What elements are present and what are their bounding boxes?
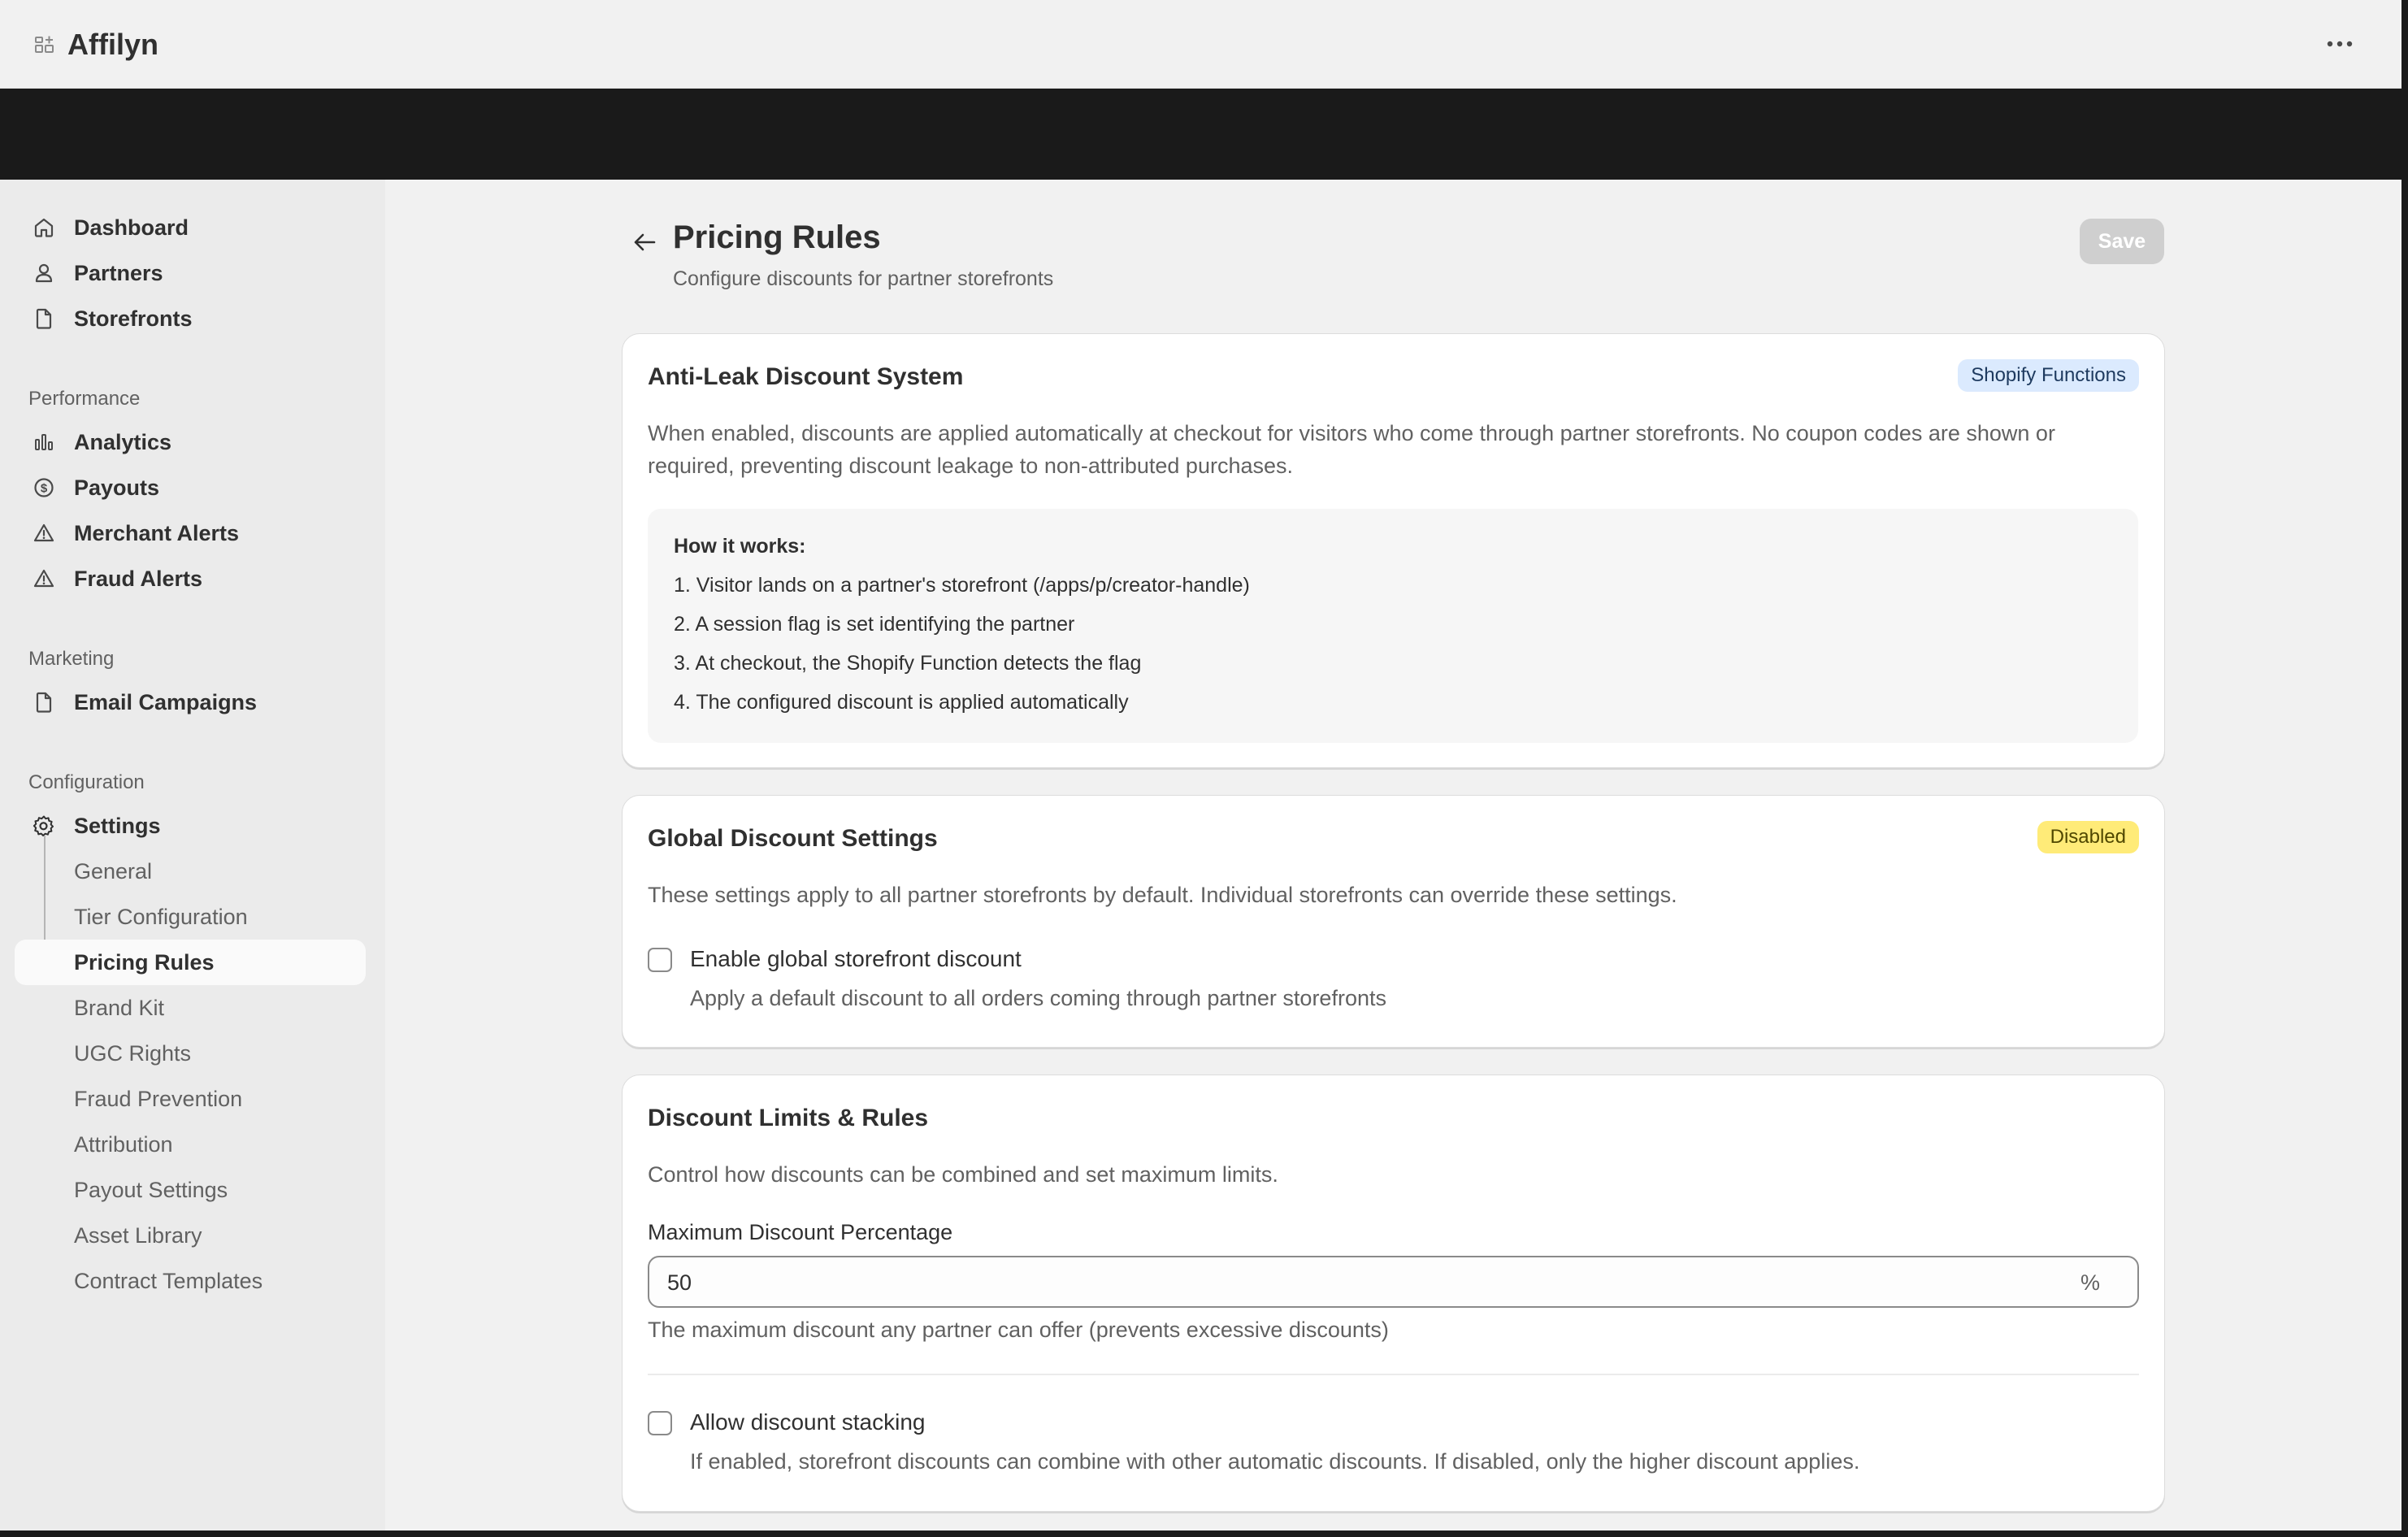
discount-limits-card: Discount Limits & Rules Control how disc… bbox=[622, 1075, 2165, 1512]
file-icon bbox=[36, 692, 52, 713]
allow-stacking-checkbox[interactable] bbox=[648, 1411, 672, 1435]
sidebar-subitem-label: Contract Templates bbox=[74, 1268, 263, 1293]
sidebar-item-label: Storefronts bbox=[74, 306, 193, 331]
card-description: These settings apply to all partner stor… bbox=[648, 883, 1677, 907]
sidebar-item-label: Email Campaigns bbox=[74, 689, 258, 714]
sidebar-subitem-label: General bbox=[74, 858, 153, 884]
how-step: 4. The configured discount is applied au… bbox=[674, 691, 1129, 714]
sidebar-subitem-attribution[interactable]: Attribution bbox=[15, 1122, 366, 1167]
card-description: Control how discounts can be combined an… bbox=[648, 1162, 1278, 1187]
dollar-circle-icon: $ bbox=[34, 478, 54, 497]
enable-global-discount-checkbox[interactable] bbox=[648, 948, 672, 972]
sidebar-subitem-payout-settings[interactable]: Payout Settings bbox=[15, 1167, 366, 1213]
sidebar-item-partners[interactable]: Partners bbox=[15, 252, 366, 294]
checkbox-label[interactable]: Allow discount stacking bbox=[690, 1409, 925, 1435]
status-badge: Disabled bbox=[2037, 821, 2139, 853]
anti-leak-card: Anti-Leak Discount System Shopify Functi… bbox=[622, 333, 2165, 768]
more-actions-button[interactable] bbox=[2317, 26, 2362, 62]
alert-triangle-icon bbox=[33, 523, 54, 542]
app-grid-icon bbox=[35, 36, 54, 53]
sidebar-subitem-fraud-prevention[interactable]: Fraud Prevention bbox=[15, 1076, 366, 1122]
page-subtitle: Configure discounts for partner storefro… bbox=[673, 267, 1054, 290]
sidebar-subitem-asset-library[interactable]: Asset Library bbox=[15, 1213, 366, 1258]
sidebar-subitem-label: Payout Settings bbox=[74, 1177, 228, 1202]
sidebar-subitem-general[interactable]: General bbox=[15, 849, 366, 894]
sidebar-subitem-label: Fraud Prevention bbox=[74, 1086, 243, 1111]
sidebar-subitem-contract-templates[interactable]: Contract Templates bbox=[15, 1258, 366, 1304]
sidebar-subitem-ugc-rights[interactable]: UGC Rights bbox=[15, 1031, 366, 1076]
how-step: 3. At checkout, the Shopify Function det… bbox=[674, 652, 1142, 675]
person-icon bbox=[35, 263, 53, 283]
sidebar-item-dashboard[interactable]: Dashboard bbox=[15, 206, 366, 249]
gear-icon bbox=[33, 815, 54, 836]
arrow-left-icon bbox=[634, 233, 656, 251]
home-icon bbox=[34, 218, 54, 237]
section-heading-configuration: Configuration bbox=[28, 771, 145, 793]
section-heading-performance: Performance bbox=[28, 388, 141, 410]
card-title: Anti-Leak Discount System bbox=[648, 363, 964, 390]
file-icon bbox=[36, 308, 52, 329]
sidebar-item-storefronts[interactable]: Storefronts bbox=[15, 297, 366, 340]
sidebar-subitem-label: Pricing Rules bbox=[74, 949, 215, 975]
svg-text:$: $ bbox=[41, 482, 48, 496]
sidebar-item-label: Fraud Alerts bbox=[74, 566, 203, 591]
how-step: 1. Visitor lands on a partner's storefro… bbox=[674, 574, 1250, 597]
sidebar-subitem-label: Asset Library bbox=[74, 1222, 202, 1248]
sidebar-item-label: Analytics bbox=[74, 429, 172, 454]
sidebar-item-merchant-alerts[interactable]: Merchant Alerts bbox=[15, 512, 366, 554]
sidebar-item-payouts[interactable]: $ Payouts bbox=[15, 467, 366, 509]
sidebar-item-label: Dashboard bbox=[74, 215, 189, 240]
sidebar-item-label: Payouts bbox=[74, 475, 160, 500]
how-step: 2. A session flag is set identifying the… bbox=[674, 613, 1075, 636]
bar-chart-icon bbox=[35, 434, 53, 450]
sidebar-item-label: Settings bbox=[74, 813, 161, 838]
sidebar-subitem-label: Attribution bbox=[74, 1131, 173, 1157]
more-horizontal-icon bbox=[2327, 41, 2353, 47]
alert-triangle-icon bbox=[33, 569, 54, 588]
card-title: Global Discount Settings bbox=[648, 825, 938, 852]
status-badge: Shopify Functions bbox=[1958, 359, 2139, 392]
app-title: Affilyn bbox=[67, 28, 158, 61]
checkbox-help-text: If enabled, storefront discounts can com… bbox=[690, 1449, 1860, 1474]
percent-suffix: % bbox=[2080, 1270, 2100, 1295]
divider bbox=[648, 1374, 2139, 1375]
top-banner bbox=[0, 89, 2401, 180]
sidebar-subitem-label: UGC Rights bbox=[74, 1040, 192, 1066]
page-title: Pricing Rules bbox=[673, 219, 881, 255]
max-discount-label: Maximum Discount Percentage bbox=[648, 1220, 953, 1244]
sidebar-subitem-label: Brand Kit bbox=[74, 995, 165, 1020]
app-header: Affilyn bbox=[0, 0, 2401, 89]
section-heading-marketing: Marketing bbox=[28, 648, 115, 670]
max-discount-help-text: The maximum discount any partner can off… bbox=[648, 1318, 1389, 1342]
sidebar-item-label: Merchant Alerts bbox=[74, 520, 240, 545]
max-discount-field[interactable]: % bbox=[648, 1256, 2139, 1308]
app-window: Affilyn Dashboard Partners Storefronts P… bbox=[0, 0, 2401, 1530]
sidebar-item-analytics[interactable]: Analytics bbox=[15, 421, 366, 463]
back-button[interactable] bbox=[624, 226, 665, 258]
sidebar-subitem-label: Tier Configuration bbox=[74, 904, 248, 929]
checkbox-label[interactable]: Enable global storefront discount bbox=[690, 946, 1022, 972]
sidebar-subitem-brand-kit[interactable]: Brand Kit bbox=[15, 985, 366, 1031]
how-it-works-box: How it works: 1. Visitor lands on a part… bbox=[648, 509, 2138, 743]
save-button[interactable]: Save bbox=[2080, 219, 2164, 264]
global-discount-card: Global Discount Settings Disabled These … bbox=[622, 795, 2165, 1048]
sidebar-subitem-pricing-rules[interactable]: Pricing Rules bbox=[15, 940, 366, 985]
sidebar-item-email-campaigns[interactable]: Email Campaigns bbox=[15, 681, 366, 723]
sidebar-item-settings[interactable]: Settings bbox=[15, 805, 366, 847]
checkbox-help-text: Apply a default discount to all orders c… bbox=[690, 986, 1386, 1010]
sidebar-subitem-tier-configuration[interactable]: Tier Configuration bbox=[15, 894, 366, 940]
sidebar-item-label: Partners bbox=[74, 260, 163, 285]
max-discount-input[interactable] bbox=[666, 1266, 2050, 1300]
card-title: Discount Limits & Rules bbox=[648, 1105, 929, 1131]
card-description: When enabled, discounts are applied auto… bbox=[648, 421, 2055, 478]
how-it-works-title: How it works: bbox=[674, 535, 806, 558]
sidebar-item-fraud-alerts[interactable]: Fraud Alerts bbox=[15, 558, 366, 600]
